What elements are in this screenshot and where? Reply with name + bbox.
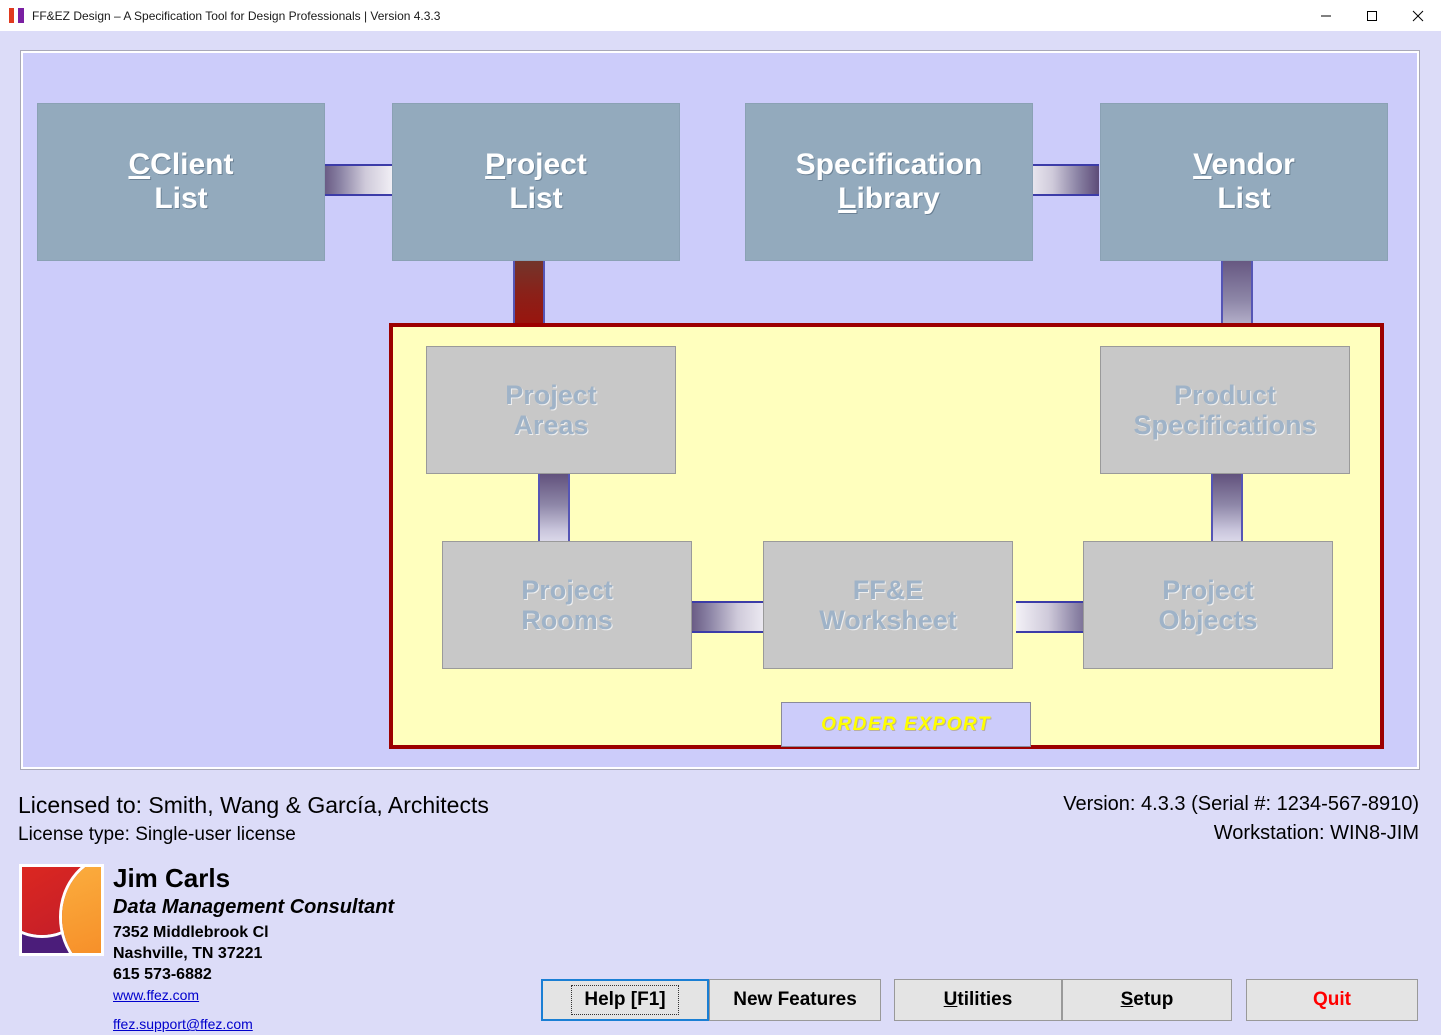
- window-title: FF&EZ Design – A Specification Tool for …: [32, 8, 441, 23]
- quit-button-label: Quit: [1313, 989, 1351, 1010]
- flow-box-line1: Project: [1162, 574, 1254, 605]
- flow-box-line2: Worksheet: [819, 605, 957, 635]
- help-button[interactable]: Help [F1]: [541, 979, 709, 1021]
- flow-box-line2: List: [154, 182, 208, 215]
- flow-box-line2: Objects: [1158, 605, 1258, 635]
- connector-project-list-down: [513, 251, 545, 331]
- workstation-text: Workstation: WIN8-JIM: [1213, 822, 1419, 844]
- help-button-label: Help [F1]: [571, 985, 679, 1015]
- flow-box-line1: Project: [521, 574, 613, 605]
- license-type-text: License type: Single-user license: [18, 824, 296, 845]
- flow-diagram-panel: CClient List Project List Specification …: [20, 50, 1420, 770]
- main-area: CClient List Project List Specification …: [0, 31, 1441, 1032]
- app-logo-icon: [9, 8, 24, 23]
- contact-phone: 615 573-6882: [113, 965, 212, 983]
- order-export-button[interactable]: ORDER EXPORT: [781, 702, 1031, 747]
- flow-box-product-specifications[interactable]: Product Specifications: [1100, 346, 1350, 474]
- title-bar: FF&EZ Design – A Specification Tool for …: [0, 0, 1441, 32]
- flow-box-client-list[interactable]: CClient List: [37, 103, 325, 261]
- new-features-button[interactable]: New Features: [709, 979, 881, 1021]
- flow-box-line1: Product: [1173, 379, 1276, 410]
- connector-specification-vendor: [1024, 164, 1099, 196]
- contact-website-link[interactable]: www.ffez.com: [113, 985, 394, 1005]
- flow-box-line1: CClient: [128, 148, 234, 182]
- flow-box-project-rooms[interactable]: Project Rooms: [442, 541, 692, 669]
- flow-box-project-objects[interactable]: Project Objects: [1083, 541, 1333, 669]
- contact-address-line2: Nashville, TN 37221: [113, 944, 263, 962]
- flow-box-line1: FF&E: [852, 574, 924, 605]
- company-logo-icon: [19, 864, 104, 956]
- flow-box-line2: List: [509, 182, 563, 215]
- connector-product-specs-objects: [1211, 471, 1243, 546]
- flow-box-line2: Library: [838, 182, 940, 215]
- flow-box-line1: Project: [485, 148, 587, 182]
- setup-button-label: Setup: [1120, 989, 1174, 1010]
- contact-role: Data Management Consultant: [113, 895, 395, 918]
- flow-box-project-list[interactable]: Project List: [392, 103, 680, 261]
- connector-project-areas-rooms: [538, 471, 570, 546]
- contact-name: Jim Carls: [113, 863, 231, 893]
- contact-email-link[interactable]: ffez.support@ffez.com: [113, 1014, 394, 1034]
- connector-rooms-worksheet: [685, 601, 770, 633]
- flow-box-line2: List: [1217, 182, 1271, 215]
- maximize-icon[interactable]: [1349, 0, 1395, 31]
- new-features-button-label: New Features: [733, 989, 857, 1010]
- flow-box-line1: Project: [505, 379, 597, 410]
- licensed-to-text: Licensed to: Smith, Wang & García, Archi…: [18, 792, 489, 818]
- close-icon[interactable]: [1395, 0, 1441, 31]
- flow-box-line2: Areas: [513, 410, 589, 440]
- contact-address-line1: 7352 Middlebrook Cl: [113, 923, 269, 941]
- flow-box-specification-library[interactable]: Specification Library: [745, 103, 1033, 261]
- flow-box-vendor-list[interactable]: Vendor List: [1100, 103, 1388, 261]
- window-controls: [1303, 0, 1441, 31]
- flow-box-line1: Specification: [795, 148, 983, 182]
- flow-box-line1: Vendor: [1193, 148, 1295, 182]
- quit-button[interactable]: Quit: [1246, 979, 1418, 1021]
- flow-box-line2: Specifications: [1133, 410, 1317, 440]
- minimize-icon[interactable]: [1303, 0, 1349, 31]
- contact-card: Jim Carls Data Management Consultant 735…: [113, 864, 394, 1035]
- flow-box-ffe-worksheet[interactable]: FF&E Worksheet: [763, 541, 1013, 669]
- connector-client-project: [319, 164, 394, 196]
- setup-button[interactable]: Setup: [1062, 979, 1232, 1021]
- utilities-button[interactable]: Utilities: [894, 979, 1062, 1021]
- version-serial-text: Version: 4.3.3 (Serial #: 1234-567-8910): [1063, 793, 1419, 815]
- flow-box-project-areas[interactable]: Project Areas: [426, 346, 676, 474]
- flow-box-line2: Rooms: [521, 605, 613, 635]
- utilities-button-label: Utilities: [943, 989, 1013, 1010]
